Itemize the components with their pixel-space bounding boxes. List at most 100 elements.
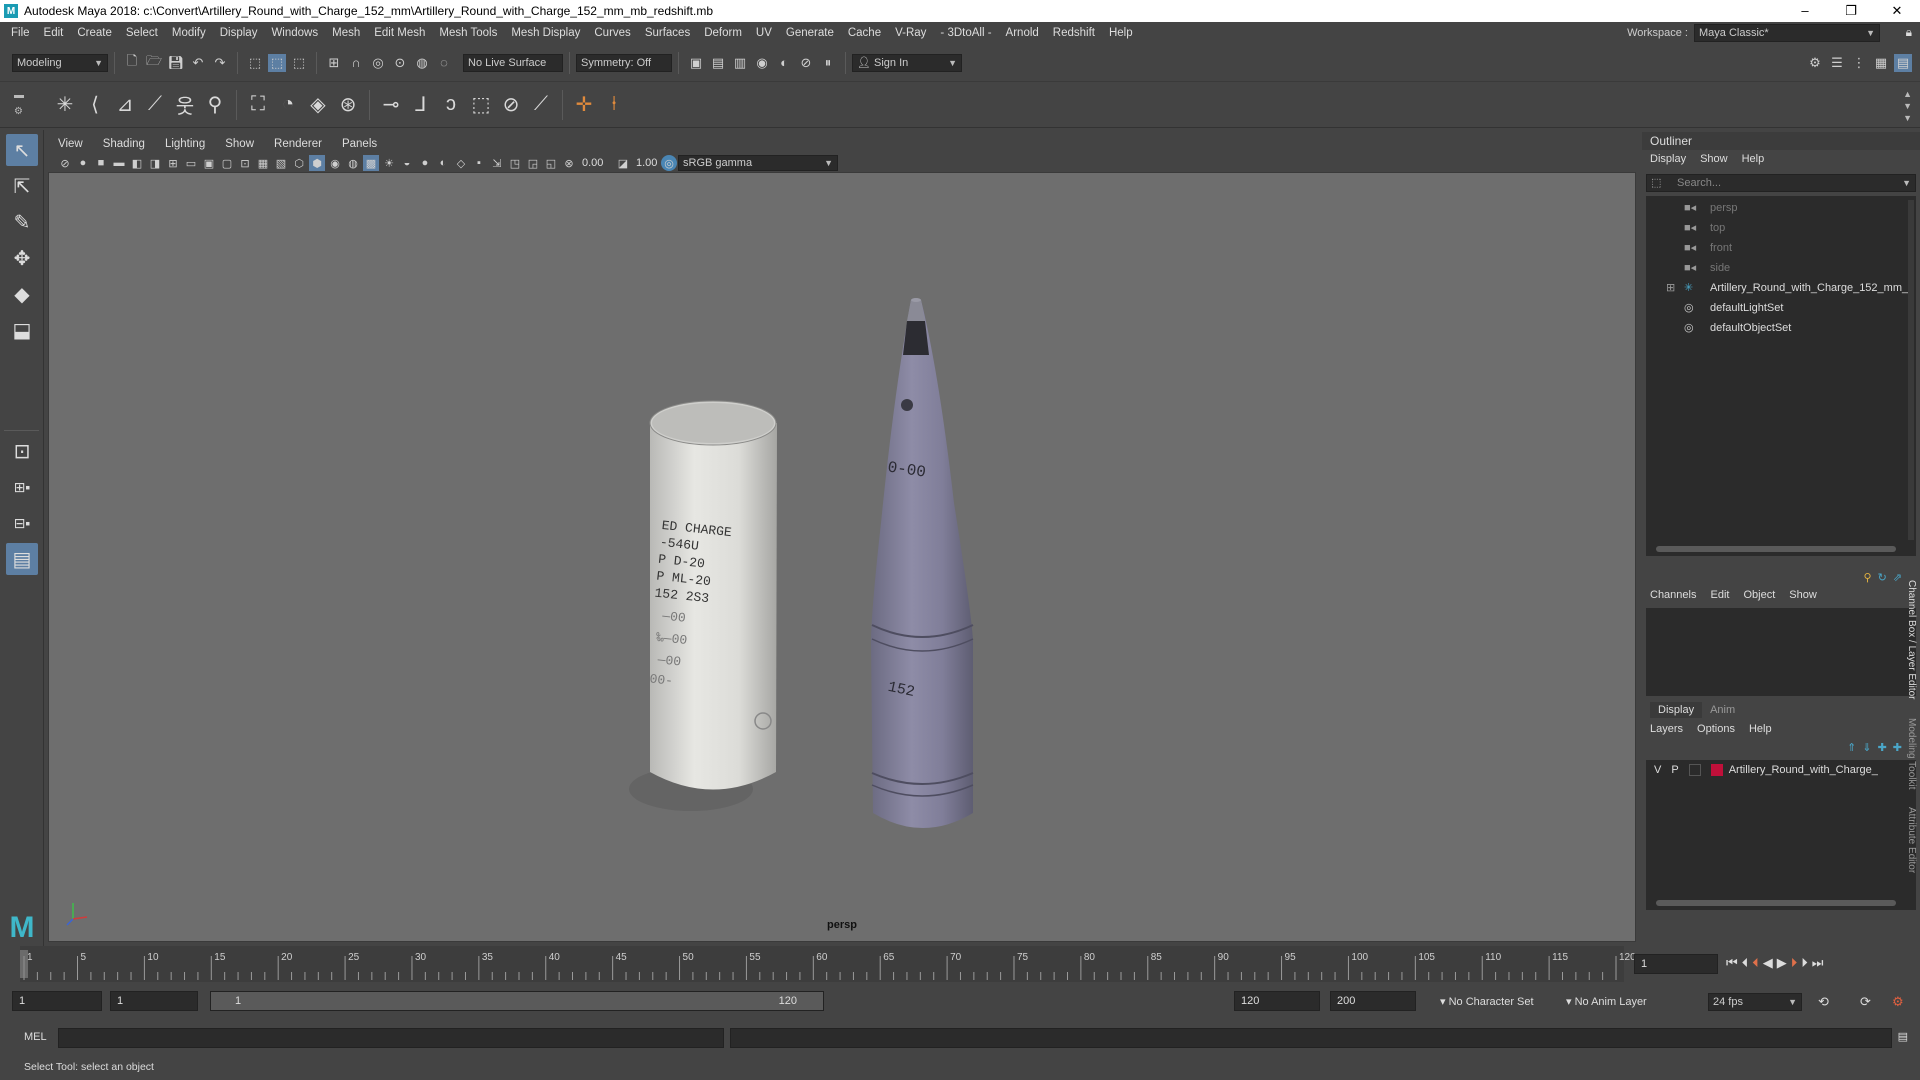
move-layer-down-icon[interactable]: ⇓: [1862, 741, 1871, 754]
xray-joints-icon[interactable]: ◲: [525, 155, 541, 171]
outliner-vertical-scrollbar[interactable]: [1908, 200, 1914, 540]
gate-mask-icon[interactable]: ▢: [219, 155, 235, 171]
channel-box-edit-icon[interactable]: ⇗: [1893, 571, 1902, 584]
safe-action-icon[interactable]: ▦: [255, 155, 271, 171]
scale-tool-icon[interactable]: ⬓: [6, 314, 38, 346]
hypershade-icon[interactable]: ◐: [775, 54, 793, 72]
gamma-value[interactable]: 1.00: [632, 157, 660, 169]
backface-culling-icon[interactable]: ◱: [543, 155, 559, 171]
blend-shape-icon[interactable]: ↄ: [436, 90, 466, 120]
wire-deformer-icon[interactable]: ⬚: [466, 90, 496, 120]
grid-icon[interactable]: ⊞: [165, 155, 181, 171]
menu-item-mesh[interactable]: Mesh: [325, 22, 367, 44]
layer-menu-options[interactable]: Options: [1697, 723, 1735, 735]
use-default-material-icon[interactable]: ◍: [345, 155, 361, 171]
render-settings-icon[interactable]: ◉: [753, 54, 771, 72]
outliner-horizontal-scrollbar[interactable]: [1656, 546, 1896, 552]
menu-item-file[interactable]: File: [4, 22, 37, 44]
isolate-select-icon[interactable]: ⇲: [489, 155, 505, 171]
cluster-icon[interactable]: ⊸: [376, 90, 406, 120]
minimize-button[interactable]: –: [1782, 0, 1828, 22]
snap-view-icon[interactable]: ⊙: [391, 54, 409, 72]
outliner-item[interactable]: ■◂ side: [1646, 258, 1916, 278]
lattice-icon[interactable]: ⅃: [406, 90, 436, 120]
maximize-button[interactable]: ❐: [1828, 0, 1874, 22]
viewport-menu-view[interactable]: View: [48, 138, 93, 150]
ipr-render-icon[interactable]: ▥: [731, 54, 749, 72]
scene-start-field[interactable]: 1: [12, 991, 102, 1011]
menu-item-select[interactable]: Select: [119, 22, 165, 44]
propellant-charge-model[interactable]: ED CHARGE -546U P D-20 P ML-20 152 2S3 —…: [629, 400, 777, 811]
viewport-menu-renderer[interactable]: Renderer: [264, 138, 332, 150]
humanik-icon[interactable]: 웃: [170, 90, 200, 120]
paint-weights-icon[interactable]: ◈: [303, 90, 333, 120]
lock-icon[interactable]: 🔒︎: [1906, 25, 1912, 40]
quick-rig-icon[interactable]: ⚲: [200, 90, 230, 120]
render-frame-icon[interactable]: ▣: [687, 54, 705, 72]
menu-item-curves[interactable]: Curves: [587, 22, 637, 44]
select-component-icon[interactable]: ⬚: [290, 54, 308, 72]
select-tool-icon[interactable]: ↖: [6, 134, 38, 166]
anti-aliasing-icon[interactable]: ◇: [453, 155, 469, 171]
image-plane-icon[interactable]: ▬: [111, 155, 127, 171]
grease-pencil-icon[interactable]: ◨: [147, 155, 163, 171]
persp-outliner-layout-icon[interactable]: ⊟▪: [6, 507, 38, 539]
loop-icon[interactable]: ⟲: [1818, 994, 1829, 1010]
outliner-item[interactable]: ■◂ persp: [1646, 198, 1916, 218]
layer-row[interactable]: V P Artillery_Round_with_Charge_: [1646, 760, 1916, 780]
channel-menu-channels[interactable]: Channels: [1650, 589, 1696, 601]
persp-graph-layout-icon[interactable]: ▤: [6, 543, 38, 575]
layer-color-swatch[interactable]: [1710, 764, 1723, 776]
menu-item-cache[interactable]: Cache: [841, 22, 888, 44]
menu-item-redshift[interactable]: Redshift: [1046, 22, 1102, 44]
menu-item-edit-mesh[interactable]: Edit Mesh: [367, 22, 432, 44]
viewport-menu-show[interactable]: Show: [215, 138, 264, 150]
use-all-lights-icon[interactable]: ☀: [381, 155, 397, 171]
ik-handle-icon[interactable]: ⊿: [110, 90, 140, 120]
constraint-icon[interactable]: ⍿: [599, 90, 629, 120]
film-gate-icon[interactable]: ▭: [183, 155, 199, 171]
outliner-item[interactable]: ◎ defaultObjectSet: [1646, 318, 1916, 338]
two-d-pan-icon[interactable]: ◧: [129, 155, 145, 171]
color-space-dropdown[interactable]: sRGB gamma ▼: [678, 155, 838, 171]
outliner-search-input[interactable]: ⬚ Search... ▼: [1646, 174, 1916, 192]
snap-grid-icon[interactable]: ⊞: [325, 54, 343, 72]
step-forward-frame-icon[interactable]: ⏵︎: [1801, 955, 1808, 971]
outliner-item[interactable]: ⊞ ✳ Artillery_Round_with_Charge_152_mm_r: [1646, 278, 1916, 298]
outliner-menu-show[interactable]: Show: [1700, 153, 1728, 165]
move-tool-icon[interactable]: ✥: [6, 242, 38, 274]
safe-title-icon[interactable]: ▧: [273, 155, 289, 171]
move-layer-up-icon[interactable]: ⇑: [1847, 741, 1856, 754]
new-layer-selected-icon[interactable]: ✚: [1893, 741, 1902, 754]
playback-end-field[interactable]: 120: [1234, 991, 1320, 1011]
smooth-shade-icon[interactable]: ⬢: [309, 155, 325, 171]
shadows-icon[interactable]: ◒: [399, 155, 415, 171]
layer-menu-layers[interactable]: Layers: [1650, 723, 1683, 735]
menu-item-create[interactable]: Create: [70, 22, 119, 44]
channel-menu-edit[interactable]: Edit: [1710, 589, 1729, 601]
motion-blur-icon[interactable]: ◐: [435, 155, 451, 171]
outliner-filter-icon[interactable]: ⬚: [1651, 175, 1661, 191]
live-surface-field[interactable]: No Live Surface: [463, 53, 563, 72]
locator-icon[interactable]: ✛: [569, 90, 599, 120]
layer-name[interactable]: Artillery_Round_with_Charge_: [1729, 764, 1878, 776]
search-options-icon[interactable]: ▼: [1902, 175, 1911, 191]
bookmarks-icon[interactable]: ■: [93, 155, 109, 171]
toggle-channel-box-icon[interactable]: ▦: [1872, 54, 1890, 72]
lasso-tool-icon[interactable]: ⇱: [6, 170, 38, 202]
render-sequence-icon[interactable]: ▤: [709, 54, 727, 72]
snap-live-icon[interactable]: ◌: [435, 54, 453, 72]
select-object-icon[interactable]: ⬚: [268, 53, 286, 72]
expand-icon[interactable]: ⊞: [1666, 278, 1675, 298]
close-button[interactable]: ✕: [1874, 0, 1920, 22]
outliner-item[interactable]: ■◂ top: [1646, 218, 1916, 238]
ambient-occlusion-icon[interactable]: ●: [417, 155, 433, 171]
mirror-weights-icon[interactable]: ⊛: [333, 90, 363, 120]
menu-item-edit[interactable]: Edit: [37, 22, 71, 44]
viewport-menu-lighting[interactable]: Lighting: [155, 138, 215, 150]
range-slider[interactable]: 1 120: [210, 991, 824, 1011]
tab-display[interactable]: Display: [1650, 702, 1703, 718]
side-tab-modeling-toolkit[interactable]: Modeling Toolkit: [1906, 718, 1917, 790]
toggle-outliner-icon[interactable]: ▤: [1894, 54, 1912, 72]
menu-item-uv[interactable]: UV: [749, 22, 779, 44]
